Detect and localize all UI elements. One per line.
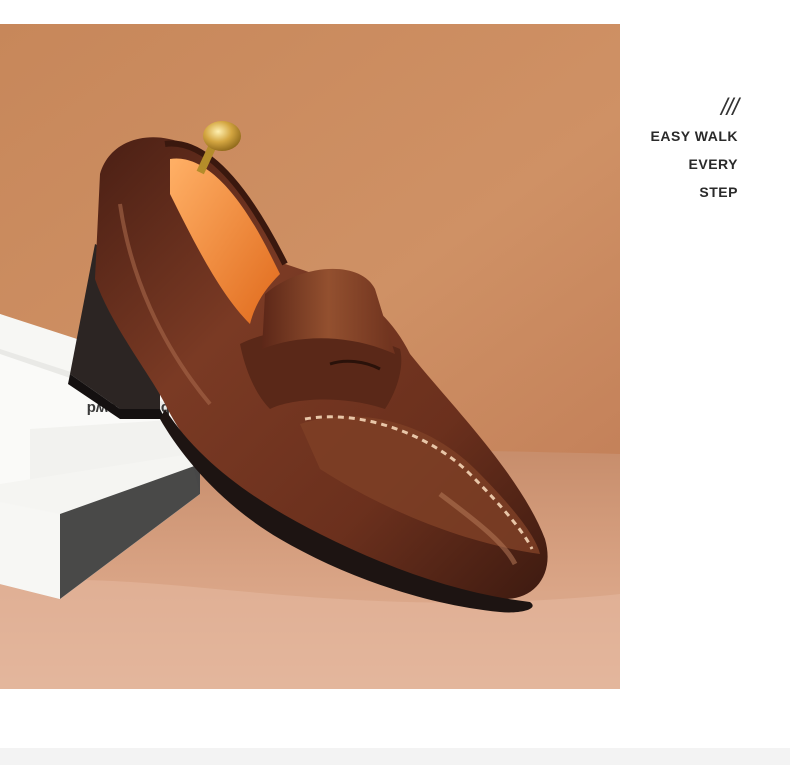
loafer-shoe-illustration: busy crowd [0,24,620,689]
tagline-line-2: EVERY [688,156,738,172]
slash-mark: /// [720,94,739,121]
product-photo: busy crowd [0,24,620,689]
footer-divider [0,748,790,765]
shoe-tree-knob [203,121,241,151]
tagline-block: /// EASY WALK EVERY STEP [650,94,739,206]
tagline-line-1: EASY WALK [650,128,738,144]
tagline-line-3: STEP [699,184,738,200]
